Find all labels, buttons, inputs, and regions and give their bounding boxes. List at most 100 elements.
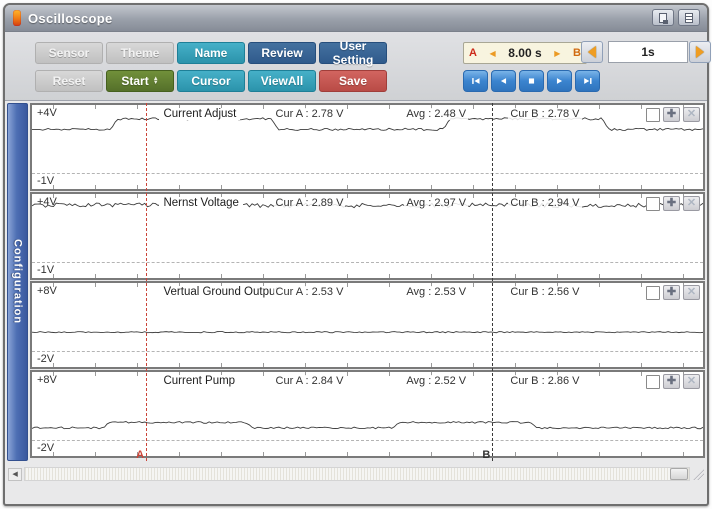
channel-vmin-label: -2V (37, 353, 54, 365)
scrollbar-track[interactable] (24, 467, 690, 481)
channel-vmin-label: -2V (37, 442, 54, 454)
add-channel-button[interactable]: ✚ (663, 107, 680, 122)
step-back-icon (498, 75, 509, 87)
channel-vmax-label: +4V (37, 196, 57, 208)
toolbar-button-cursor[interactable]: Cursor (177, 70, 245, 92)
button-label: Name (195, 46, 228, 60)
toolbar-button-review[interactable]: Review (248, 42, 316, 64)
cursor-b-label: B (573, 47, 581, 59)
toolbar-button-viewall[interactable]: ViewAll (248, 70, 316, 92)
channel-panel: +8V -2V Vertual Ground Output Cur A : 2.… (30, 281, 705, 369)
decrease-arrow-icon[interactable]: ◀ (490, 49, 496, 58)
cursor-a-label: A (469, 47, 477, 59)
scroll-left-button[interactable]: ◀ (8, 468, 22, 481)
cursor-b-readout: Cur B : 2.78 V (508, 108, 581, 120)
plus-icon: ✚ (667, 109, 676, 120)
channel-panel: +4V -1V Current Adjust Cur A : 2.78 V Av… (30, 103, 705, 191)
plus-icon: ✚ (667, 287, 676, 298)
zero-gridline (32, 173, 703, 174)
add-channel-button[interactable]: ✚ (663, 374, 680, 389)
cursor-a-marker[interactable]: A (136, 449, 144, 461)
close-icon: ✕ (687, 198, 696, 209)
close-channel-button[interactable]: ✕ (683, 374, 700, 389)
cursor-b-readout: Cur B : 2.86 V (508, 375, 581, 387)
button-label: ViewAll (261, 74, 303, 88)
cursor-b-readout: Cur B : 2.94 V (508, 197, 581, 209)
cursor-span-value: 8.00 s (508, 46, 541, 60)
sidebar-tab-configuration[interactable]: Configuration (7, 103, 28, 461)
cursor-a-readout: Cur A : 2.78 V (274, 108, 346, 120)
cursor-b-marker[interactable]: B (482, 449, 490, 461)
play-button[interactable] (547, 70, 572, 92)
restore-window-icon (659, 13, 667, 23)
play-icon (554, 75, 565, 87)
scroll-left-icon: ◀ (12, 470, 17, 478)
channel-vmax-label: +8V (37, 374, 57, 386)
close-channel-button[interactable]: ✕ (683, 196, 700, 211)
zero-gridline (32, 351, 703, 352)
toolbar-button-start[interactable]: Start ▲▼ (106, 70, 174, 92)
toolbar-button-name[interactable]: Name (177, 42, 245, 64)
toolbar-button-theme[interactable]: Theme (106, 42, 174, 64)
app-icon (13, 10, 21, 26)
scope-main-area: Configuration A B +4V -1V Current Adjust… (7, 103, 705, 461)
channel-title: Current Adjust (159, 108, 240, 120)
window-menu-button[interactable] (678, 9, 700, 26)
channel-vmin-label: -1V (37, 264, 54, 276)
channel-panel: +8V -2V Current Pump Cur A : 2.84 V Avg … (30, 370, 705, 458)
plus-icon: ✚ (667, 376, 676, 387)
interval-prev-button[interactable] (581, 41, 603, 63)
button-label: Cursor (191, 74, 230, 88)
cursor-a-line[interactable] (146, 103, 147, 461)
skip-to-start-button[interactable] (463, 70, 488, 92)
interval-prev-icon (588, 46, 596, 58)
window-bars-icon (685, 13, 693, 23)
scrollbar-thumb[interactable] (670, 468, 688, 480)
channel-checkbox[interactable] (646, 108, 660, 122)
waveform-trace (32, 105, 703, 189)
toolbar-button-user-setting[interactable]: User Setting (319, 42, 387, 64)
toolbar-button-reset[interactable]: Reset (35, 70, 103, 92)
close-icon: ✕ (687, 376, 696, 387)
waveform-trace (32, 372, 703, 456)
waveform-trace (32, 283, 703, 367)
add-channel-button[interactable]: ✚ (663, 196, 680, 211)
channel-panel: +4V -1V Nernst Voltage Cur A : 2.89 V Av… (30, 192, 705, 280)
resize-grip-icon[interactable] (692, 468, 704, 480)
average-readout: Avg : 2.48 V (404, 108, 468, 120)
channel-title: Current Pump (159, 375, 239, 387)
interval-next-icon (696, 46, 704, 58)
toolbar-button-sensor[interactable]: Sensor (35, 42, 103, 64)
close-channel-button[interactable]: ✕ (683, 285, 700, 300)
average-readout: Avg : 2.97 V (404, 197, 468, 209)
toolbar-button-save[interactable]: Save (319, 70, 387, 92)
cursor-span-control[interactable]: A ◀ 8.00 s ▶ B (463, 42, 587, 64)
channel-panels: A B +4V -1V Current Adjust Cur A : 2.78 … (30, 103, 705, 461)
channel-vmax-label: +4V (37, 107, 57, 119)
channel-checkbox[interactable] (646, 375, 660, 389)
close-channel-button[interactable]: ✕ (683, 107, 700, 122)
horizontal-scrollbar: ◀ (8, 467, 704, 481)
interval-next-button[interactable] (689, 41, 711, 63)
channel-controls: ✚ ✕ (646, 285, 700, 300)
cursor-a-readout: Cur A : 2.53 V (274, 286, 346, 298)
toolbar: SensorThemeNameReviewUser SettingResetSt… (5, 32, 707, 101)
increase-arrow-icon[interactable]: ▶ (554, 49, 560, 58)
skip-end-icon (582, 75, 593, 87)
close-icon: ✕ (687, 287, 696, 298)
channel-checkbox[interactable] (646, 286, 660, 300)
button-label: Review (261, 46, 302, 60)
button-label: Start (121, 74, 148, 88)
cursor-b-line[interactable] (492, 103, 493, 461)
channel-checkbox[interactable] (646, 197, 660, 211)
zero-gridline (32, 262, 703, 263)
screenshot-stage: Oscilloscope SensorTheme Name Review User S… (0, 0, 712, 509)
add-channel-button[interactable]: ✚ (663, 285, 680, 300)
step-back-button[interactable] (491, 70, 516, 92)
skip-to-end-button[interactable] (575, 70, 600, 92)
spin-up-down-icon[interactable]: ▲▼ (153, 77, 159, 85)
stop-button[interactable] (519, 70, 544, 92)
stop-icon (526, 75, 537, 87)
window-title: Oscilloscope (28, 11, 113, 26)
restore-window-button[interactable] (652, 9, 674, 26)
